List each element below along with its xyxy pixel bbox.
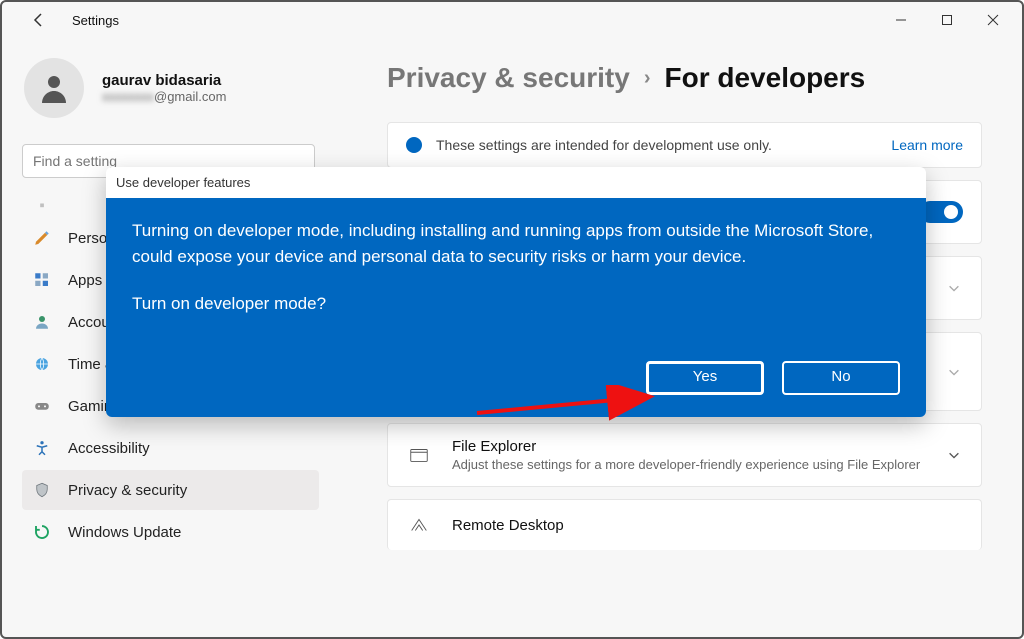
dialog-title: Use developer features — [106, 167, 926, 198]
title-bar: Settings — [2, 2, 1022, 38]
maximize-button[interactable] — [924, 3, 970, 37]
row-title: Remote Desktop — [452, 517, 963, 534]
person-icon — [32, 312, 52, 332]
dialog-question: Turn on developer mode? — [132, 291, 900, 317]
info-banner: These settings are intended for developm… — [387, 122, 982, 168]
apps-icon — [32, 270, 52, 290]
chevron-down-icon[interactable] — [945, 365, 963, 379]
developer-mode-dialog: Use developer features Turning on develo… — [106, 167, 926, 417]
user-email: xxxxxxxx@gmail.com — [102, 89, 226, 104]
sidebar-item-label: Privacy & security — [68, 482, 187, 499]
gamepad-icon — [32, 396, 52, 416]
sidebar-item-label: Accessibility — [68, 440, 150, 457]
globe-icon — [32, 354, 52, 374]
close-button[interactable] — [970, 3, 1016, 37]
back-button[interactable] — [22, 3, 56, 37]
dialog-body-text: Turning on developer mode, including ins… — [132, 218, 900, 269]
avatar — [24, 58, 84, 118]
chevron-right-icon: › — [644, 67, 651, 90]
system-icon: ▪ — [32, 195, 52, 215]
accessibility-icon — [32, 438, 52, 458]
row-remote-desktop[interactable]: Remote Desktop — [387, 499, 982, 550]
breadcrumb: Privacy & security › For developers — [387, 62, 982, 94]
row-file-explorer[interactable]: File Explorer Adjust these settings for … — [387, 423, 982, 487]
minimize-button[interactable] — [878, 3, 924, 37]
row-sub: Adjust these settings for a more develop… — [452, 457, 925, 472]
sidebar-item-update[interactable]: Windows Update — [22, 512, 319, 552]
remote-icon — [406, 514, 432, 536]
user-block[interactable]: gaurav bidasaria xxxxxxxx@gmail.com — [22, 48, 337, 136]
banner-text: These settings are intended for developm… — [436, 137, 772, 153]
user-name: gaurav bidasaria — [102, 72, 226, 89]
window-controls — [878, 3, 1016, 37]
breadcrumb-parent[interactable]: Privacy & security — [387, 62, 630, 94]
learn-more-link[interactable]: Learn more — [891, 137, 963, 153]
shield-icon — [32, 480, 52, 500]
settings-window: Settings gaurav bidasaria xxxxxxxx@gmail… — [0, 0, 1024, 639]
page-title: For developers — [664, 62, 865, 94]
chevron-down-icon[interactable] — [945, 448, 963, 462]
no-button[interactable]: No — [782, 361, 900, 395]
sidebar-item-accessibility[interactable]: Accessibility — [22, 428, 319, 468]
update-icon — [32, 522, 52, 542]
chevron-down-icon[interactable] — [945, 281, 963, 295]
row-title: File Explorer — [452, 438, 925, 455]
sidebar-item-label: Windows Update — [68, 524, 181, 541]
annotation-arrow — [472, 385, 672, 425]
info-icon — [406, 137, 422, 153]
folder-icon — [406, 444, 432, 466]
window-title: Settings — [72, 13, 119, 28]
brush-icon — [32, 228, 52, 248]
sidebar-item-privacy[interactable]: Privacy & security — [22, 470, 319, 510]
sidebar-item-label: Apps — [68, 272, 102, 289]
